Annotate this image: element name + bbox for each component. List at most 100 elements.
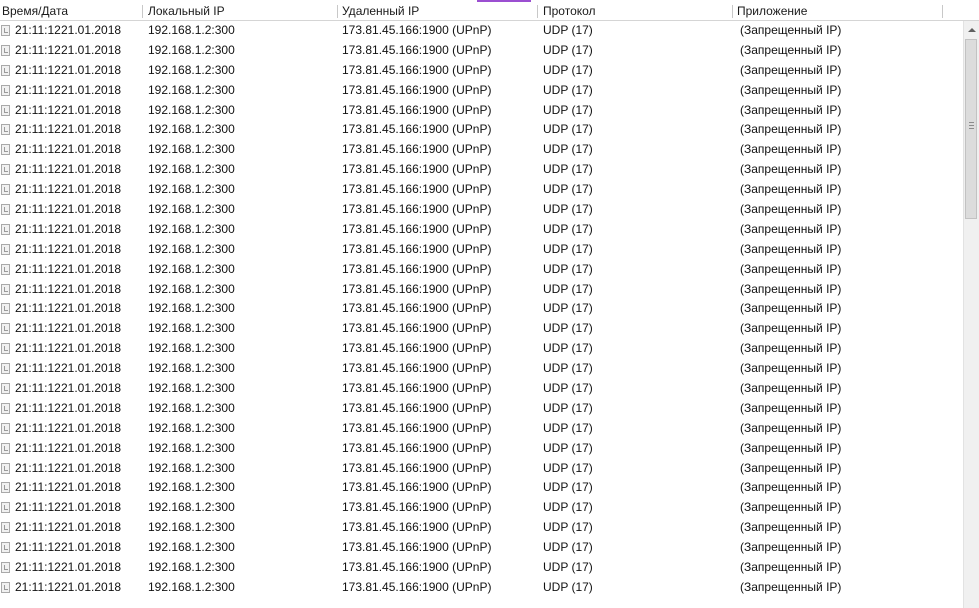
column-header-protocol[interactable]: Протокол — [541, 2, 731, 21]
cell-protocol: UDP (17) — [543, 261, 593, 276]
cell-time: 21:11:12 — [15, 281, 61, 296]
cell-application: (Запрещенный IP) — [740, 202, 842, 217]
table-row[interactable]: 21:11:12 21.01.2018 192.168.1.2:300 173.81.… — [0, 518, 963, 538]
table-row[interactable]: 21:11:12 21.01.2018 192.168.1.2:300 173.81.… — [0, 220, 963, 240]
cell-time: 21:11:12 — [15, 341, 61, 356]
cell-local-ip: 192.168.1.2:300 — [148, 261, 235, 276]
table-row[interactable]: 21:11:12 21.01.2018 192.168.1.2:300 173.81.… — [0, 140, 963, 160]
cell-application: (Запрещенный IP) — [740, 281, 842, 296]
scroll-up-arrow-icon[interactable] — [964, 21, 979, 38]
cell-protocol: UDP (17) — [543, 400, 593, 415]
table-row[interactable]: 21:11:12 21.01.2018 192.168.1.2:300 173.81.… — [0, 538, 963, 558]
table-row[interactable]: 21:11:12 21.01.2018 192.168.1.2:300 173.81.… — [0, 578, 963, 598]
table-row[interactable]: 21:11:12 21.01.2018 192.168.1.2:300 173.81.… — [0, 280, 963, 300]
table-row[interactable]: 21:11:12 21.01.2018 192.168.1.2:300 173.81.… — [0, 120, 963, 140]
cell-remote-ip: 173.81.45.166:1900 (UPnP) — [342, 122, 492, 137]
cell-local-ip: 192.168.1.2:300 — [148, 480, 235, 495]
table-row[interactable]: 21:11:12 21.01.2018 192.168.1.2:300 173.81.… — [0, 459, 963, 479]
cell-remote-ip: 173.81.45.166:1900 (UPnP) — [342, 62, 492, 77]
cell-remote-ip: 173.81.45.166:1900 (UPnP) — [342, 241, 492, 256]
scrollbar-thumb[interactable] — [965, 39, 977, 219]
grip-icon — [969, 122, 974, 129]
cell-remote-ip: 173.81.45.166:1900 (UPnP) — [342, 261, 492, 276]
cell-remote-ip: 173.81.45.166:1900 (UPnP) — [342, 301, 492, 316]
cell-date: 21.01.2018 — [61, 400, 122, 415]
connection-entry-icon — [1, 402, 10, 414]
column-resize-handle[interactable] — [942, 5, 943, 18]
table-row[interactable]: 21:11:12 21.01.2018 192.168.1.2:300 173.81.… — [0, 41, 963, 61]
vertical-scrollbar[interactable] — [963, 21, 979, 608]
table-row[interactable]: 21:11:12 21.01.2018 192.168.1.2:300 173.81.… — [0, 478, 963, 498]
cell-application: (Запрещенный IP) — [740, 62, 842, 77]
cell-remote-ip: 173.81.45.166:1900 (UPnP) — [342, 82, 492, 97]
table-row[interactable]: 21:11:12 21.01.2018 192.168.1.2:300 173.81.… — [0, 200, 963, 220]
connection-entry-icon — [1, 144, 10, 156]
cell-remote-ip: 173.81.45.166:1900 (UPnP) — [342, 23, 492, 37]
connection-log-window: Время/Дата Локальный IP Удаленный IP Про… — [0, 0, 979, 608]
cell-protocol: UDP (17) — [543, 221, 593, 236]
cell-local-ip: 192.168.1.2:300 — [148, 162, 235, 177]
cell-date: 21.01.2018 — [61, 381, 122, 396]
cell-date: 21.01.2018 — [61, 23, 122, 37]
table-row[interactable]: 21:11:12 21.01.2018 192.168.1.2:300 173.81.… — [0, 558, 963, 578]
cell-time: 21:11:12 — [15, 381, 61, 396]
cell-protocol: UDP (17) — [543, 420, 593, 435]
cell-local-ip: 192.168.1.2:300 — [148, 102, 235, 117]
table-row[interactable]: 21:11:12 21.01.2018 192.168.1.2:300 173.81.… — [0, 379, 963, 399]
table-row[interactable]: 21:11:12 21.01.2018 192.168.1.2:300 173.81.… — [0, 439, 963, 459]
column-header-time-date[interactable]: Время/Дата — [0, 2, 142, 21]
cell-date: 21.01.2018 — [61, 162, 122, 177]
table-row[interactable]: 21:11:12 21.01.2018 192.168.1.2:300 173.81.… — [0, 319, 963, 339]
table-row[interactable]: 21:11:12 21.01.2018 192.168.1.2:300 173.81.… — [0, 359, 963, 379]
connection-entry-icon — [1, 204, 10, 216]
cell-date: 21.01.2018 — [61, 560, 122, 575]
cell-protocol: UDP (17) — [543, 520, 593, 535]
cell-date: 21.01.2018 — [61, 500, 122, 515]
column-resize-handle[interactable] — [142, 5, 143, 18]
cell-remote-ip: 173.81.45.166:1900 (UPnP) — [342, 400, 492, 415]
cell-protocol: UDP (17) — [543, 460, 593, 475]
column-resize-handle[interactable] — [337, 5, 338, 18]
cell-date: 21.01.2018 — [61, 241, 122, 256]
column-resize-handle[interactable] — [537, 5, 538, 18]
cell-local-ip: 192.168.1.2:300 — [148, 182, 235, 197]
table-row[interactable]: 21:11:12 21.01.2018 192.168.1.2:300 173.81.… — [0, 160, 963, 180]
cell-local-ip: 192.168.1.2:300 — [148, 62, 235, 77]
cell-protocol: UDP (17) — [543, 560, 593, 575]
column-header-local-ip[interactable]: Локальный IP — [146, 2, 336, 21]
column-resize-handle[interactable] — [732, 5, 733, 18]
cell-local-ip: 192.168.1.2:300 — [148, 42, 235, 57]
table-row[interactable]: 21:11:12 21.01.2018 192.168.1.2:300 173.81.… — [0, 61, 963, 81]
column-header-remote-ip[interactable]: Удаленный IP — [340, 2, 536, 21]
cell-protocol: UDP (17) — [543, 540, 593, 555]
cell-time: 21:11:12 — [15, 361, 61, 376]
cell-date: 21.01.2018 — [61, 440, 122, 455]
table-row[interactable]: 21:11:12 21.01.2018 192.168.1.2:300 173.81.… — [0, 260, 963, 280]
table-row[interactable]: 21:11:12 21.01.2018 192.168.1.2:300 173.81.… — [0, 240, 963, 260]
table-row[interactable]: 21:11:12 21.01.2018 192.168.1.2:300 173.81.… — [0, 81, 963, 101]
table-row[interactable]: 21:11:12 21.01.2018 192.168.1.2:300 173.81.… — [0, 419, 963, 439]
cell-remote-ip: 173.81.45.166:1900 (UPnP) — [342, 579, 492, 594]
cell-local-ip: 192.168.1.2:300 — [148, 341, 235, 356]
table-row[interactable]: 21:11:12 21.01.2018 192.168.1.2:300 173.81.… — [0, 21, 963, 41]
connection-entry-icon — [1, 303, 10, 315]
connection-entry-icon — [1, 64, 10, 76]
connection-entry-icon — [1, 343, 10, 355]
cell-protocol: UDP (17) — [543, 62, 593, 77]
cell-application: (Запрещенный IP) — [740, 579, 842, 594]
table-row[interactable]: 21:11:12 21.01.2018 192.168.1.2:300 173.81.… — [0, 339, 963, 359]
table-row[interactable]: 21:11:12 21.01.2018 192.168.1.2:300 173.81.… — [0, 399, 963, 419]
cell-remote-ip: 173.81.45.166:1900 (UPnP) — [342, 182, 492, 197]
cell-protocol: UDP (17) — [543, 480, 593, 495]
table-row[interactable]: 21:11:12 21.01.2018 192.168.1.2:300 173.81.… — [0, 498, 963, 518]
table-row[interactable]: 21:11:12 21.01.2018 192.168.1.2:300 173.81.… — [0, 101, 963, 121]
table-row[interactable]: 21:11:12 21.01.2018 192.168.1.2:300 173.81.… — [0, 299, 963, 319]
cell-application: (Запрещенный IP) — [740, 381, 842, 396]
cell-date: 21.01.2018 — [61, 540, 122, 555]
column-header-application[interactable]: Приложение — [735, 2, 941, 21]
cell-remote-ip: 173.81.45.166:1900 (UPnP) — [342, 281, 492, 296]
cell-local-ip: 192.168.1.2:300 — [148, 520, 235, 535]
connection-list[interactable]: 21:11:12 21.01.2018 192.168.1.2:300 173.81.… — [0, 21, 963, 608]
cell-protocol: UDP (17) — [543, 281, 593, 296]
table-row[interactable]: 21:11:12 21.01.2018 192.168.1.2:300 173.81.… — [0, 180, 963, 200]
